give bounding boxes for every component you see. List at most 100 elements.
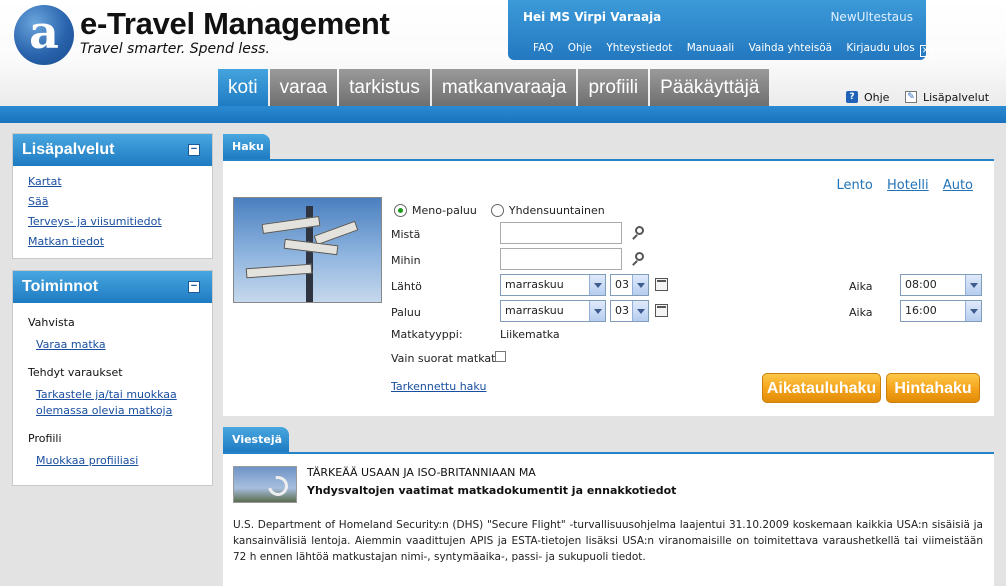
help-icon: ?	[846, 91, 858, 103]
calendar-icon[interactable]	[655, 278, 668, 291]
chevron-down-icon	[965, 275, 981, 295]
maps-link[interactable]: Kartat	[28, 175, 62, 188]
manual-link[interactable]: Manuaali	[687, 42, 735, 54]
weather-link[interactable]: Sää	[28, 195, 48, 208]
user-panel: Hei MS Virpi Varaaja NewUltestaus FAQ Oh…	[508, 0, 932, 60]
trip-purpose-label: Matkatyyppi:	[391, 328, 463, 341]
utility-links: ? Ohje ✎ Lisäpalvelut	[846, 89, 989, 104]
extras-box: Lisäpalvelut − Kartat Sää Terveys- ja vi…	[12, 133, 213, 259]
return-label: Paluu	[391, 306, 421, 319]
depart-time-value: 08:00	[905, 278, 937, 291]
chevron-down-icon	[632, 301, 648, 321]
faq-link[interactable]: FAQ	[533, 42, 553, 54]
edit-profile-link[interactable]: Muokkaa profiiliasi	[36, 453, 212, 469]
round-trip-label: Meno-paluu	[412, 204, 477, 217]
tab-varaa[interactable]: varaa	[269, 69, 338, 106]
return-day-select[interactable]: 03	[610, 300, 649, 322]
collapse-icon[interactable]: −	[188, 144, 200, 156]
logout-label: Kirjaudu ulos	[846, 42, 915, 54]
user-greeting: Hei MS Virpi Varaaja	[523, 10, 662, 24]
book-trip-link[interactable]: Varaa matka	[36, 337, 212, 353]
edit-icon: ✎	[904, 91, 917, 103]
help-util-link[interactable]: ? Ohje	[846, 91, 889, 104]
header: a e-Travel Management Travel smarter. Sp…	[0, 0, 1006, 106]
depart-day-value: 03	[615, 278, 629, 291]
logo-title: e-Travel Management	[80, 6, 390, 41]
round-trip-radio[interactable]	[394, 204, 407, 217]
depart-time-select[interactable]: 08:00	[900, 274, 982, 296]
messages-tab[interactable]: Viestejä	[223, 427, 289, 452]
return-month-value: marraskuu	[505, 304, 564, 317]
trip-type-group: Meno-paluu Yhdensuuntainen	[394, 204, 619, 217]
contact-link[interactable]: Yhteystiedot	[606, 42, 672, 54]
price-search-button[interactable]: Hintahaku	[886, 373, 980, 403]
return-time-value: 16:00	[905, 304, 937, 317]
schedule-search-button[interactable]: Aikatauluhaku	[762, 373, 881, 403]
messages-panel: TÄRKEÄÄ USAAN JA ISO-BRITANNIAAN MA Yhdy…	[223, 452, 994, 586]
main-nav: koti varaa tarkistus matkanvaraaja profi…	[218, 69, 771, 106]
close-icon: ✕	[919, 45, 932, 57]
message-body: U.S. Department of Homeland Security:n (…	[233, 519, 983, 563]
advanced-search-link[interactable]: Tarkennettu haku	[391, 380, 486, 393]
calendar-icon[interactable]	[655, 304, 668, 317]
help-util-label: Ohje	[864, 90, 890, 104]
services-util-link[interactable]: ✎ Lisäpalvelut	[904, 91, 989, 104]
switch-community-link[interactable]: Vaihda yhteisöä	[749, 42, 833, 54]
header-band	[0, 106, 1006, 123]
mode-links: Lento Hotelli Auto	[827, 178, 973, 193]
depart-time-label: Aika	[849, 280, 873, 293]
actions-title: Toiminnot	[22, 278, 99, 295]
help-link[interactable]: Ohje	[568, 42, 592, 54]
search-icon[interactable]	[632, 225, 646, 241]
satellite-dish-image	[233, 466, 297, 503]
message-subtitle: Yhdysvaltojen vaatimat matkadokumentit j…	[307, 484, 677, 497]
one-way-label: Yhdensuuntainen	[508, 204, 605, 217]
page-margin	[994, 123, 1006, 586]
actions-box: Toiminnot − Vahvista Varaa matka Tehdyt …	[12, 270, 213, 486]
one-way-radio[interactable]	[490, 204, 504, 217]
return-time-label: Aika	[849, 306, 873, 319]
health-visa-link[interactable]: Terveys- ja viisumitiedot	[28, 215, 162, 228]
return-month-select[interactable]: marraskuu	[500, 300, 606, 322]
collapse-icon[interactable]: −	[188, 281, 200, 293]
return-day-value: 03	[615, 304, 629, 317]
to-input[interactable]	[500, 248, 622, 270]
direct-only-checkbox[interactable]	[495, 351, 506, 362]
action-group-profile: Profiili Muokkaa profiiliasi	[13, 432, 212, 469]
tab-koti[interactable]: koti	[218, 69, 268, 106]
direct-only-label: Vain suorat matkat	[391, 352, 496, 365]
view-edit-trips-link[interactable]: Tarkastele ja/tai muokkaa olemassa olevi…	[36, 387, 188, 419]
user-links: FAQ Ohje Yhteystiedot Manuaali Vaihda yh…	[533, 42, 932, 57]
actions-header: Toiminnot −	[13, 271, 212, 303]
company-name[interactable]: NewUltestaus	[830, 10, 913, 24]
tab-matkanvaraaja[interactable]: matkanvaraaja	[431, 69, 577, 106]
tab-profiili[interactable]: profiili	[578, 69, 649, 106]
chevron-down-icon	[589, 301, 605, 321]
chevron-down-icon	[632, 275, 648, 295]
logout-link[interactable]: Kirjaudu ulos ✕	[846, 42, 932, 57]
search-icon[interactable]	[632, 251, 646, 267]
search-tab[interactable]: Haku	[223, 134, 270, 159]
from-input[interactable]	[500, 222, 622, 244]
action-group-title: Vahvista	[28, 316, 75, 329]
mode-hotel-link[interactable]: Hotelli	[887, 178, 929, 193]
depart-day-select[interactable]: 03	[610, 274, 649, 296]
return-time-select[interactable]: 16:00	[900, 300, 982, 322]
logo-tagline: Travel smarter. Spend less.	[80, 41, 270, 57]
depart-month-select[interactable]: marraskuu	[500, 274, 606, 296]
logo-icon: a	[14, 5, 74, 65]
mode-car-link[interactable]: Auto	[943, 178, 973, 193]
trip-info-link[interactable]: Matkan tiedot	[28, 235, 104, 248]
extras-list: Kartat Sää Terveys- ja viisumitiedot Mat…	[13, 166, 212, 248]
extras-header: Lisäpalvelut −	[13, 134, 212, 166]
travel-signpost-image	[233, 197, 382, 303]
action-group-title: Tehdyt varaukset	[28, 366, 123, 379]
action-group-title: Profiili	[28, 432, 62, 445]
from-label: Mistä	[391, 228, 421, 241]
tab-paakayttaja[interactable]: Pääkäyttäjä	[650, 69, 770, 106]
depart-month-value: marraskuu	[505, 278, 564, 291]
tab-tarkistus[interactable]: tarkistus	[339, 69, 430, 106]
message-title: TÄRKEÄÄ USAAN JA ISO-BRITANNIAAN MA	[307, 466, 536, 479]
mode-flight-link[interactable]: Lento	[837, 178, 873, 193]
to-label: Mihin	[391, 254, 421, 267]
